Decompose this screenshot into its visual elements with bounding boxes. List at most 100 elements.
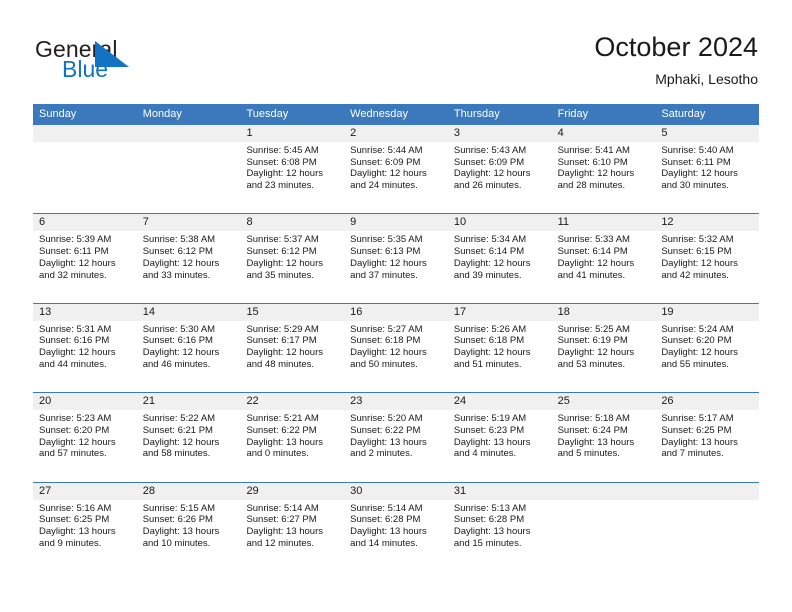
day-number: 13 [33,303,137,321]
day-cell[interactable]: 12 Sunrise: 5:32 AM Sunset: 6:15 PM Dayl… [655,214,760,302]
day-info [137,142,241,145]
sunrise-text: Sunrise: 5:24 AM [661,323,734,335]
daylight-text-line1: Daylight: 12 hours [142,257,220,269]
page-subtitle-location: Mphaki, Lesotho [655,71,758,87]
day-cell[interactable]: 18 Sunrise: 5:25 AM Sunset: 6:19 PM Dayl… [551,303,656,392]
day-cell[interactable] [655,482,760,572]
day-number: 25 [551,393,656,411]
day-info: Sunrise: 5:29 AM Sunset: 6:17 PM Dayligh… [240,321,344,371]
day-info: Sunrise: 5:33 AM Sunset: 6:14 PM Dayligh… [552,231,656,281]
calendar-page: General Blue October 2024 Mphaki, Lesoth… [0,0,792,612]
day-number: 8 [240,214,345,232]
sunset-text: Sunset: 6:11 PM [39,246,109,258]
day-cell[interactable]: 17 Sunrise: 5:26 AM Sunset: 6:18 PM Dayl… [447,303,552,392]
daylight-text-line2: and 42 minutes. [661,269,729,281]
day-cell[interactable]: 31 Sunrise: 5:13 AM Sunset: 6:28 PM Dayl… [447,482,552,572]
sunrise-text: Sunrise: 5:21 AM [246,413,319,425]
day-info: Sunrise: 5:24 AM Sunset: 6:20 PM Dayligh… [655,321,759,371]
day-info: Sunrise: 5:14 AM Sunset: 6:27 PM Dayligh… [240,500,344,550]
weekday-header-wednesday: Wednesday [350,108,409,120]
day-cell[interactable]: 3 Sunrise: 5:43 AM Sunset: 6:09 PM Dayli… [447,125,552,213]
sunrise-text: Sunrise: 5:45 AM [246,145,319,156]
daylight-text-line2: and 51 minutes. [453,358,522,370]
sunrise-text: Sunrise: 5:18 AM [557,413,630,425]
daylight-text-line2: and 14 minutes. [350,537,418,549]
day-cell[interactable] [33,125,137,213]
daylight-text-line2: and 4 minutes. [453,448,517,460]
day-cell[interactable]: 15 Sunrise: 5:29 AM Sunset: 6:17 PM Dayl… [240,303,345,392]
weekday-header-row: Sunday Monday Tuesday Wednesday Thursday… [33,104,759,125]
daylight-text-line2: and 37 minutes. [350,269,418,281]
sunset-text: Sunset: 6:09 PM [453,156,525,168]
day-cell[interactable]: 14 Sunrise: 5:30 AM Sunset: 6:16 PM Dayl… [136,303,241,392]
sunset-text: Sunset: 6:15 PM [661,246,732,258]
day-info: Sunrise: 5:20 AM Sunset: 6:22 PM Dayligh… [344,410,448,460]
calendar-grid: Sunday Monday Tuesday Wednesday Thursday… [33,104,760,572]
sunrise-text: Sunrise: 5:37 AM [246,234,319,246]
day-cell[interactable]: 23 Sunrise: 5:20 AM Sunset: 6:22 PM Dayl… [344,393,448,481]
day-cell[interactable]: 27 Sunrise: 5:16 AM Sunset: 6:25 PM Dayl… [33,482,137,572]
day-cell[interactable]: 29 Sunrise: 5:14 AM Sunset: 6:27 PM Dayl… [240,482,345,572]
sunset-text: Sunset: 6:08 PM [246,156,317,168]
day-number: 29 [240,482,345,500]
day-info: Sunrise: 5:41 AM Sunset: 6:10 PM Dayligh… [552,142,656,192]
day-cell[interactable]: 20 Sunrise: 5:23 AM Sunset: 6:20 PM Dayl… [33,393,137,481]
daylight-text-line2: and 44 minutes. [39,358,107,370]
sunrise-text: Sunrise: 5:32 AM [661,234,734,246]
day-cell[interactable]: 13 Sunrise: 5:31 AM Sunset: 6:16 PM Dayl… [33,303,137,392]
day-cell[interactable]: 30 Sunrise: 5:14 AM Sunset: 6:28 PM Dayl… [344,482,448,572]
day-number: 18 [551,303,656,321]
day-cell[interactable]: 22 Sunrise: 5:21 AM Sunset: 6:22 PM Dayl… [240,393,345,481]
daylight-text-line1: Daylight: 12 hours [246,257,324,269]
sunrise-text: Sunrise: 5:43 AM [453,145,527,156]
day-info: Sunrise: 5:21 AM Sunset: 6:22 PM Dayligh… [240,410,344,460]
daylight-text-line1: Daylight: 13 hours [246,525,324,537]
page-header: General Blue October 2024 Mphaki, Lesoth… [0,0,792,100]
day-cell[interactable]: 8 Sunrise: 5:37 AM Sunset: 6:12 PM Dayli… [240,214,345,302]
day-cell[interactable]: 7 Sunrise: 5:38 AM Sunset: 6:12 PM Dayli… [136,214,241,302]
daylight-text-line2: and 41 minutes. [557,269,626,281]
day-info [552,500,656,503]
day-cell[interactable]: 21 Sunrise: 5:22 AM Sunset: 6:21 PM Dayl… [136,393,241,481]
day-number: 24 [447,393,552,411]
sunrise-text: Sunrise: 5:17 AM [661,413,734,425]
day-info: Sunrise: 5:31 AM Sunset: 6:16 PM Dayligh… [33,321,137,371]
day-cell[interactable]: 11 Sunrise: 5:33 AM Sunset: 6:14 PM Dayl… [551,214,656,302]
sunrise-text: Sunrise: 5:40 AM [661,145,734,156]
daylight-text-line2: and 26 minutes. [453,180,522,192]
daylight-text-line2: and 5 minutes. [557,448,620,460]
day-cell[interactable]: 19 Sunrise: 5:24 AM Sunset: 6:20 PM Dayl… [655,303,760,392]
daylight-text-line2: and 53 minutes. [557,358,626,370]
day-cell[interactable]: 16 Sunrise: 5:27 AM Sunset: 6:18 PM Dayl… [344,303,448,392]
day-cell[interactable]: 9 Sunrise: 5:35 AM Sunset: 6:13 PM Dayli… [344,214,448,302]
day-info: Sunrise: 5:25 AM Sunset: 6:19 PM Dayligh… [552,321,656,371]
day-cell[interactable]: 4 Sunrise: 5:41 AM Sunset: 6:10 PM Dayli… [551,125,656,213]
day-cell[interactable]: 26 Sunrise: 5:17 AM Sunset: 6:25 PM Dayl… [655,393,760,481]
day-cell[interactable]: 6 Sunrise: 5:39 AM Sunset: 6:11 PM Dayli… [33,214,137,302]
day-info: Sunrise: 5:40 AM Sunset: 6:11 PM Dayligh… [655,142,759,192]
day-cell[interactable]: 24 Sunrise: 5:19 AM Sunset: 6:23 PM Dayl… [447,393,552,481]
day-cell[interactable] [551,482,656,572]
day-cell[interactable]: 10 Sunrise: 5:34 AM Sunset: 6:14 PM Dayl… [447,214,552,302]
day-cell[interactable]: 1 Sunrise: 5:45 AM Sunset: 6:08 PM Dayli… [240,125,345,213]
day-cell[interactable] [136,125,241,213]
week-row: 20 Sunrise: 5:23 AM Sunset: 6:20 PM Dayl… [33,393,760,483]
daylight-text-line1: Daylight: 12 hours [350,257,427,269]
daylight-text-line1: Daylight: 12 hours [350,168,427,180]
day-info: Sunrise: 5:30 AM Sunset: 6:16 PM Dayligh… [137,321,241,371]
day-cell[interactable]: 25 Sunrise: 5:18 AM Sunset: 6:24 PM Dayl… [551,393,656,481]
day-number: 4 [551,125,656,142]
daylight-text-line1: Daylight: 13 hours [142,525,220,537]
day-cell[interactable]: 2 Sunrise: 5:44 AM Sunset: 6:09 PM Dayli… [344,125,448,213]
sunset-text: Sunset: 6:17 PM [246,335,317,347]
day-number [551,482,656,500]
day-cell[interactable]: 5 Sunrise: 5:40 AM Sunset: 6:11 PM Dayli… [655,125,760,213]
day-info: Sunrise: 5:26 AM Sunset: 6:18 PM Dayligh… [448,321,552,371]
sunset-text: Sunset: 6:14 PM [453,246,525,258]
page-title: October 2024 [594,32,758,62]
title-block: October 2024 Mphaki, Lesotho [594,30,758,89]
day-info: Sunrise: 5:19 AM Sunset: 6:23 PM Dayligh… [448,410,552,460]
sunset-text: Sunset: 6:22 PM [246,424,317,436]
day-info: Sunrise: 5:23 AM Sunset: 6:20 PM Dayligh… [33,410,137,460]
day-cell[interactable]: 28 Sunrise: 5:15 AM Sunset: 6:26 PM Dayl… [136,482,241,572]
